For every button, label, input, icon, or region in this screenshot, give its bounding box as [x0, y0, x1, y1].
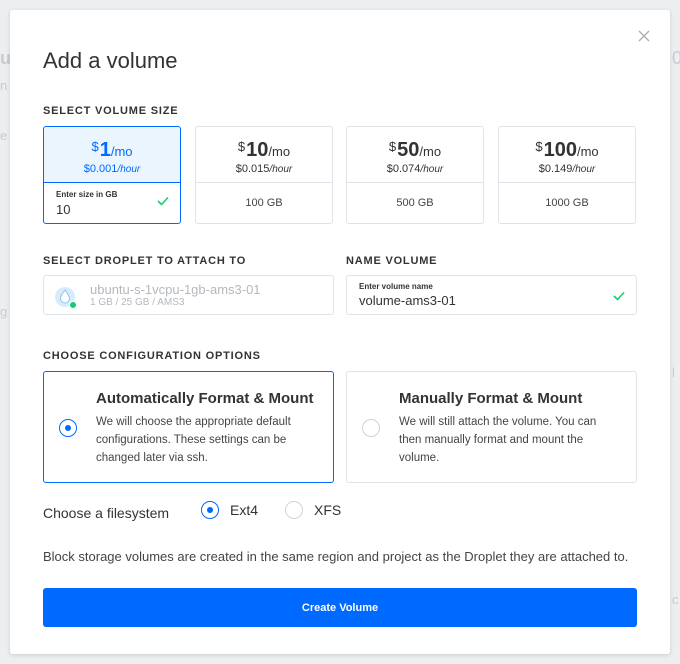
size-option-1-card[interactable]: $1/mo $0.001/hour Enter size in GB: [43, 126, 181, 224]
volume-name-label: Enter volume name: [359, 282, 433, 291]
droplet-icon: [55, 287, 77, 309]
checkmark-icon: [157, 196, 169, 206]
volume-size-label: SELECT VOLUME SIZE: [43, 105, 179, 117]
ext4-label: Ext4: [230, 502, 259, 518]
price-period: /mo: [576, 144, 599, 159]
monthly-price: 100: [543, 139, 577, 161]
modal-title: Add a volume: [43, 48, 178, 73]
droplet-name: ubuntu-s-1vcpu-1gb-ams3-01: [90, 282, 261, 297]
filesystem-label: Choose a filesystem: [43, 505, 170, 521]
background-text: g: [0, 304, 8, 319]
droplet-specs: 1 GB / 25 GB / AMS3: [90, 297, 185, 308]
size-option-500gb-card[interactable]: $50/mo $0.074/hour 500 GB: [346, 126, 484, 224]
price-period: /mo: [110, 144, 133, 159]
xfs-label: XFS: [314, 502, 342, 518]
close-button[interactable]: [636, 28, 652, 44]
volume-name-field: Enter volume name: [346, 275, 637, 315]
size-price: $1/mo $0.001/hour: [44, 127, 180, 183]
option-title: Automatically Format & Mount: [96, 390, 314, 407]
hourly-unit: /hour: [117, 164, 141, 175]
background-text: e: [0, 128, 8, 143]
price-period: /mo: [419, 144, 442, 159]
option-title: Manually Format & Mount: [399, 390, 583, 407]
hourly-unit: /hour: [420, 164, 444, 175]
background-text: 0: [672, 48, 680, 68]
monthly-price: 1: [99, 139, 111, 161]
add-volume-modal: Add a volume SELECT VOLUME SIZE $1/mo $0…: [10, 10, 670, 654]
option-description: We will still attach the volume. You can…: [399, 416, 597, 464]
size-price: $100/mo $0.149/hour: [499, 127, 635, 183]
size-value: 100 GB: [245, 197, 283, 209]
monthly-price: 10: [246, 139, 269, 161]
droplet-section-label: SELECT DROPLET TO ATTACH TO: [43, 255, 247, 267]
region-note: Block storage volumes are created in the…: [43, 549, 629, 564]
custom-size-field: Enter size in GB: [44, 183, 180, 223]
manual-format-option[interactable]: Manually Format & Mount We will still at…: [346, 371, 637, 483]
auto-format-option[interactable]: Automatically Format & Mount We will cho…: [43, 371, 334, 483]
hourly-unit: /hour: [572, 164, 596, 175]
config-section-label: CHOOSE CONFIGURATION OPTIONS: [43, 350, 261, 362]
xfs-radio[interactable]: [285, 501, 303, 519]
size-value: 500 GB: [396, 197, 434, 209]
currency-symbol: $: [535, 139, 543, 154]
checkmark-icon: [613, 291, 625, 301]
hourly-price: $0.015: [235, 163, 270, 175]
background-text: c: [672, 592, 679, 607]
price-period: /mo: [268, 144, 291, 159]
custom-size-input[interactable]: [56, 202, 146, 217]
size-price: $50/mo $0.074/hour: [347, 127, 483, 183]
background-text: n: [0, 78, 8, 93]
size-value: 1000 GB: [545, 197, 589, 209]
close-icon: [638, 30, 650, 42]
droplet-select[interactable]: ubuntu-s-1vcpu-1gb-ams3-01 1 GB / 25 GB …: [43, 275, 334, 315]
option-description: We will choose the appropriate default c…: [96, 416, 291, 464]
size-option-100gb-card[interactable]: $10/mo $0.015/hour 100 GB: [195, 126, 333, 224]
currency-symbol: $: [237, 139, 246, 154]
hourly-unit: /hour: [269, 164, 293, 175]
ext4-radio[interactable]: [201, 501, 219, 519]
background-text: l: [672, 365, 675, 380]
auto-format-radio[interactable]: [59, 419, 77, 437]
create-volume-button[interactable]: Create Volume: [43, 588, 637, 627]
volume-name-input[interactable]: [359, 293, 599, 308]
filesystem-ext4-option[interactable]: Ext4: [201, 500, 273, 522]
size-option-1000gb-card[interactable]: $100/mo $0.149/hour 1000 GB: [498, 126, 636, 224]
filesystem-xfs-option[interactable]: XFS: [285, 500, 351, 522]
hourly-price: $0.149: [538, 163, 573, 175]
hourly-price: $0.001: [83, 163, 118, 175]
manual-format-radio[interactable]: [362, 419, 380, 437]
hourly-price: $0.074: [386, 163, 421, 175]
currency-symbol: $: [91, 139, 99, 154]
monthly-price: 50: [397, 139, 420, 161]
size-price: $10/mo $0.015/hour: [196, 127, 332, 183]
name-volume-label: NAME VOLUME: [346, 255, 438, 267]
currency-symbol: $: [388, 139, 397, 154]
